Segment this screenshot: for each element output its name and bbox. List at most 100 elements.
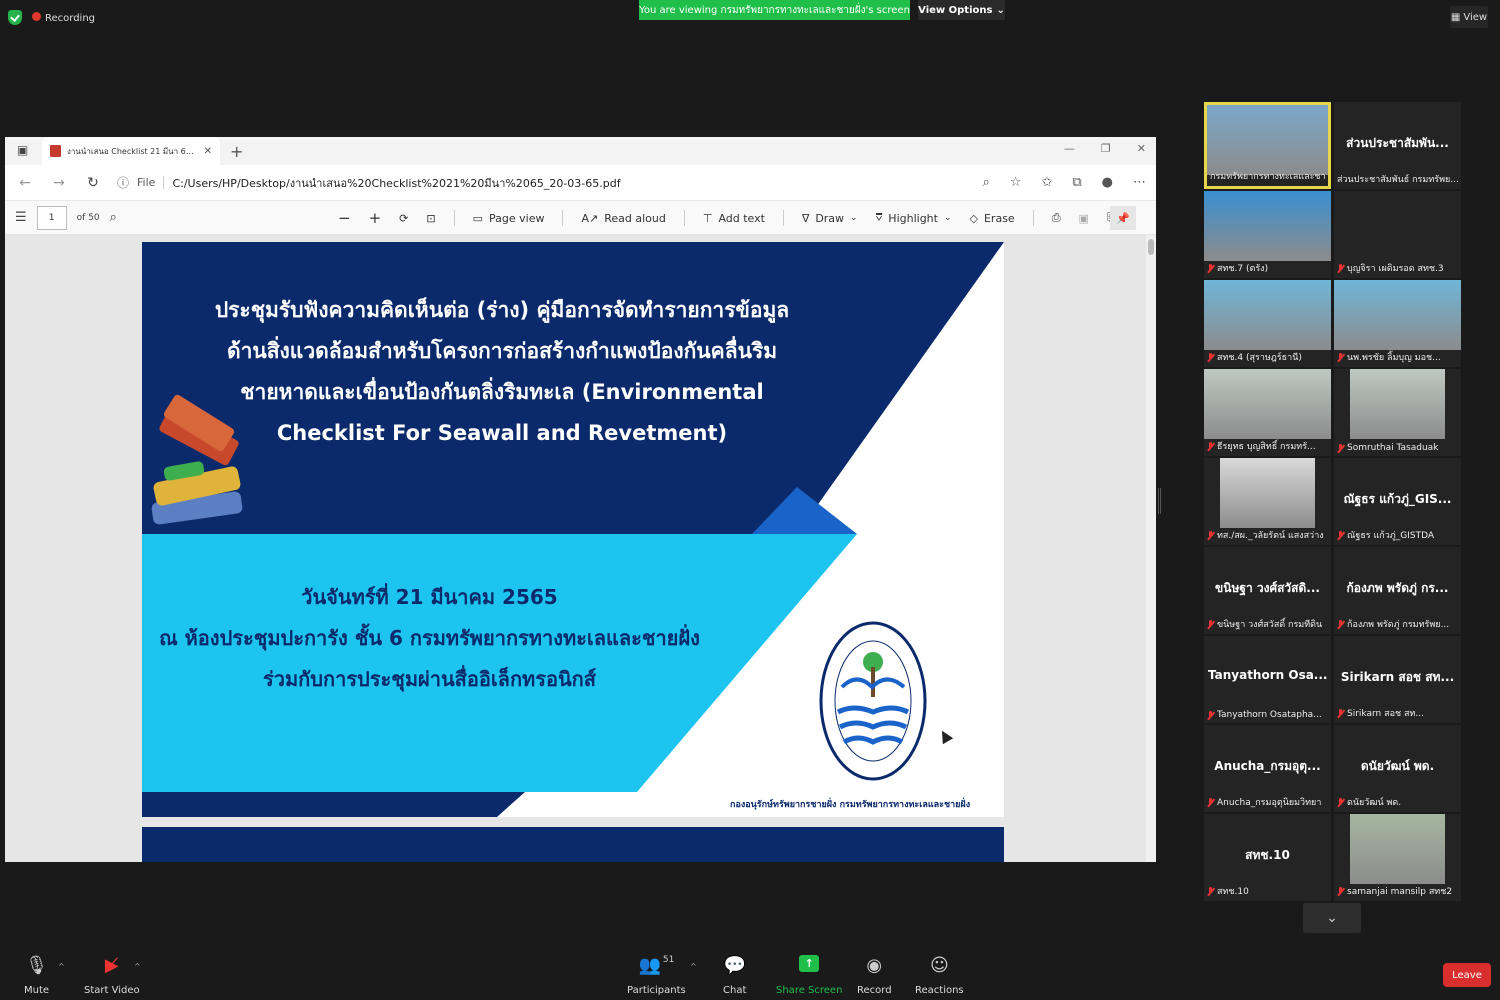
- pdf-tab[interactable]: งานนำเสนอ Checklist 21 มีนา 65_20 ✕: [42, 137, 220, 165]
- participant-display-name: ส่วนประชาสัมพัน...: [1346, 136, 1449, 150]
- panel-resize-handle[interactable]: [1158, 488, 1161, 514]
- slide-page-2-preview: [142, 827, 1004, 862]
- chevron-down-icon: ⌄: [1326, 910, 1338, 926]
- zoom-search-icon[interactable]: ⌕: [983, 175, 990, 190]
- print-icon[interactable]: ⎙: [1052, 211, 1061, 225]
- save-icon[interactable]: ▣: [1079, 212, 1089, 225]
- shared-browser-window: ▣ งานนำเสนอ Checklist 21 มีนา 65_20 ✕ + …: [5, 137, 1156, 862]
- profile-avatar-icon[interactable]: ●: [1102, 175, 1113, 190]
- url-scheme-label: File: [137, 176, 165, 189]
- zoom-out-icon[interactable]: −: [338, 209, 351, 227]
- address-field[interactable]: ⓘ File C:/Users/HP/Desktop/งานนำเสนอ%20C…: [117, 170, 927, 196]
- share-screen-icon: ↑: [799, 955, 820, 977]
- recording-indicator[interactable]: Recording: [32, 11, 95, 24]
- highlight-label: Highlight: [888, 211, 938, 225]
- erase-button[interactable]: ◇ Erase: [970, 212, 1015, 225]
- page-view-button[interactable]: ▭ Page view: [473, 212, 545, 225]
- participant-tile[interactable]: ก้องภพ พรัดภู่ กร... ก้องภพ พรัดภู่ กรมทร…: [1334, 547, 1461, 634]
- close-tab-icon[interactable]: ✕: [204, 146, 212, 157]
- participant-tile[interactable]: ธีรยุทธ บุญสิทธิ์ กรมทรั...: [1204, 369, 1331, 456]
- more-menu-icon[interactable]: ⋯: [1133, 175, 1146, 190]
- smiley-icon: ☺: [929, 955, 949, 976]
- gallery-next-page-button[interactable]: ⌄: [1303, 903, 1361, 933]
- pdf-scrollbar[interactable]: [1146, 235, 1156, 862]
- page-view-label: Page view: [489, 211, 545, 225]
- participant-label: กรมทรัพยากรทางทะเลและชา...: [1210, 169, 1325, 183]
- participant-tile[interactable]: ขนิษฐา วงศ์สวัสดิ... ขนิษฐา วงศ์สวัสดิ์ ก…: [1204, 547, 1331, 634]
- view-button[interactable]: ▦ View: [1450, 6, 1488, 28]
- participant-name: กรมทรัพยากรทางทะเลและชา...: [1210, 172, 1325, 182]
- tab-actions-icon[interactable]: ▣: [17, 143, 28, 157]
- search-icon[interactable]: ⌕: [110, 210, 117, 225]
- back-arrow-icon[interactable]: ←: [15, 175, 35, 191]
- participant-name: Tanyathorn Osatapha...: [1217, 710, 1322, 720]
- participant-tile[interactable]: สทช.7 (ตรัง): [1204, 191, 1331, 278]
- fit-page-icon[interactable]: ⊡: [426, 212, 435, 225]
- slide-title-line: ชายหาดและเขื่อนป้องกันตลิ่งริมทะเล (Envi…: [240, 380, 764, 404]
- participant-tile[interactable]: ณัฐธร แก้วภู่_GIS... ณัฐธร แก้วภู่_GISTDA: [1334, 458, 1461, 545]
- minimize-icon[interactable]: —: [1064, 142, 1075, 155]
- chevron-down-icon[interactable]: ⌄: [850, 213, 858, 223]
- chat-label: Chat: [723, 985, 747, 996]
- participant-tile[interactable]: กรมทรัพยากรทางทะเลและชา...: [1204, 102, 1331, 189]
- leave-button[interactable]: Leave: [1443, 963, 1491, 987]
- participant-name: Sirikarn สอช สท...: [1347, 709, 1424, 719]
- forward-arrow-icon[interactable]: →: [49, 175, 69, 191]
- contents-list-icon[interactable]: ☰: [15, 210, 27, 225]
- participant-tile[interactable]: samanjai mansilp สทช2: [1334, 814, 1461, 901]
- participant-tile[interactable]: ดนัยวัฒน์ พด. ดนัยวัฒน์ พด.: [1334, 725, 1461, 812]
- add-text-button[interactable]: ⊤ Add text: [703, 212, 765, 225]
- share-screen-button[interactable]: ↑ Share Screen: [776, 955, 842, 996]
- close-window-icon[interactable]: ✕: [1137, 142, 1146, 155]
- participant-tile[interactable]: สทช.10 สทช.10: [1204, 814, 1331, 901]
- read-aloud-button[interactable]: A↗ Read aloud: [581, 212, 665, 225]
- participant-tile[interactable]: ทส./สผ._วลัยรัตน์ แสงสว่าง: [1204, 458, 1331, 545]
- participant-name: ทส./สผ._วลัยรัตน์ แสงสว่าง: [1217, 531, 1324, 541]
- mute-button[interactable]: 🎙 Mute: [24, 955, 49, 996]
- reactions-button[interactable]: ☺ Reactions: [915, 955, 964, 996]
- rotate-icon[interactable]: ⟳: [399, 212, 408, 225]
- muted-microphone-icon: [1337, 797, 1344, 807]
- restore-icon[interactable]: ❐: [1101, 142, 1111, 155]
- participant-video: [1204, 280, 1331, 350]
- new-tab-icon[interactable]: +: [230, 142, 243, 161]
- muted-microphone-icon: [1207, 710, 1214, 720]
- security-shield-icon[interactable]: [8, 10, 22, 25]
- view-options-button[interactable]: View Options ⌄: [918, 0, 1005, 20]
- favorites-list-icon[interactable]: ✩: [1041, 175, 1052, 190]
- page-number-input[interactable]: 1: [36, 205, 67, 230]
- participants-label: Participants: [627, 985, 686, 996]
- pdf-document-area[interactable]: ประชุมรับฟังความคิดเห็นต่อ (ร่าง) คู่มือ…: [5, 235, 1156, 862]
- participant-tile[interactable]: Tanyathorn Osa... Tanyathorn Osatapha...: [1204, 636, 1331, 723]
- participants-button[interactable]: 👥 51 Participants: [627, 955, 686, 996]
- participant-label: Somruthai Tasaduak: [1337, 443, 1458, 453]
- pin-toolbar-icon[interactable]: 📌: [1110, 206, 1136, 230]
- refresh-icon[interactable]: ↻: [83, 175, 103, 191]
- participants-caret-icon[interactable]: ^: [690, 962, 697, 971]
- collections-icon[interactable]: ⧉: [1072, 175, 1081, 190]
- participant-tile[interactable]: Anucha_กรมอุตุ... Anucha_กรมอุตุนิยมวิทยา: [1204, 725, 1331, 812]
- chevron-down-icon[interactable]: ⌄: [944, 213, 952, 223]
- participant-tile[interactable]: บุญจิรา เผดิมรอด สทช.3: [1334, 191, 1461, 278]
- start-video-button[interactable]: ▶̸ Start Video: [84, 955, 140, 996]
- participant-label: ธีรยุทธ บุญสิทธิ์ กรมทรั...: [1207, 439, 1328, 453]
- chevron-down-icon: ⌄: [996, 4, 1005, 16]
- record-button[interactable]: ◉ Record: [857, 955, 892, 996]
- audio-options-caret-icon[interactable]: ^: [58, 962, 65, 971]
- draw-button[interactable]: ∇ Draw ⌄: [802, 212, 858, 225]
- participant-name: ก้องภพ พรัดภู่ กรมทรัพย...: [1347, 620, 1450, 630]
- video-options-caret-icon[interactable]: ^: [134, 962, 141, 971]
- participant-display-name: ณัฐธร แก้วภู่_GIS...: [1343, 492, 1452, 506]
- record-dot-icon: [32, 11, 41, 21]
- participant-tile[interactable]: สทช.4 (สุราษฎร์ธานี): [1204, 280, 1331, 367]
- chat-button[interactable]: 💬 Chat: [723, 955, 746, 996]
- participant-tile[interactable]: นพ.พรชัย ลิ้มบุญ มอช...: [1334, 280, 1461, 367]
- participant-tile[interactable]: Somruthai Tasaduak: [1334, 369, 1461, 456]
- zoom-in-icon[interactable]: +: [369, 209, 382, 227]
- participant-tile[interactable]: Sirikarn สอช สท... Sirikarn สอช สท...: [1334, 636, 1461, 723]
- erase-label: Erase: [983, 211, 1015, 225]
- favorite-star-icon[interactable]: ☆: [1010, 175, 1022, 190]
- participant-video: [1220, 458, 1315, 528]
- participant-tile[interactable]: ส่วนประชาสัมพัน... ส่วนประชาสัมพันธ์ กรมท…: [1334, 102, 1461, 189]
- highlight-button[interactable]: ⩢ Highlight ⌄: [876, 211, 952, 225]
